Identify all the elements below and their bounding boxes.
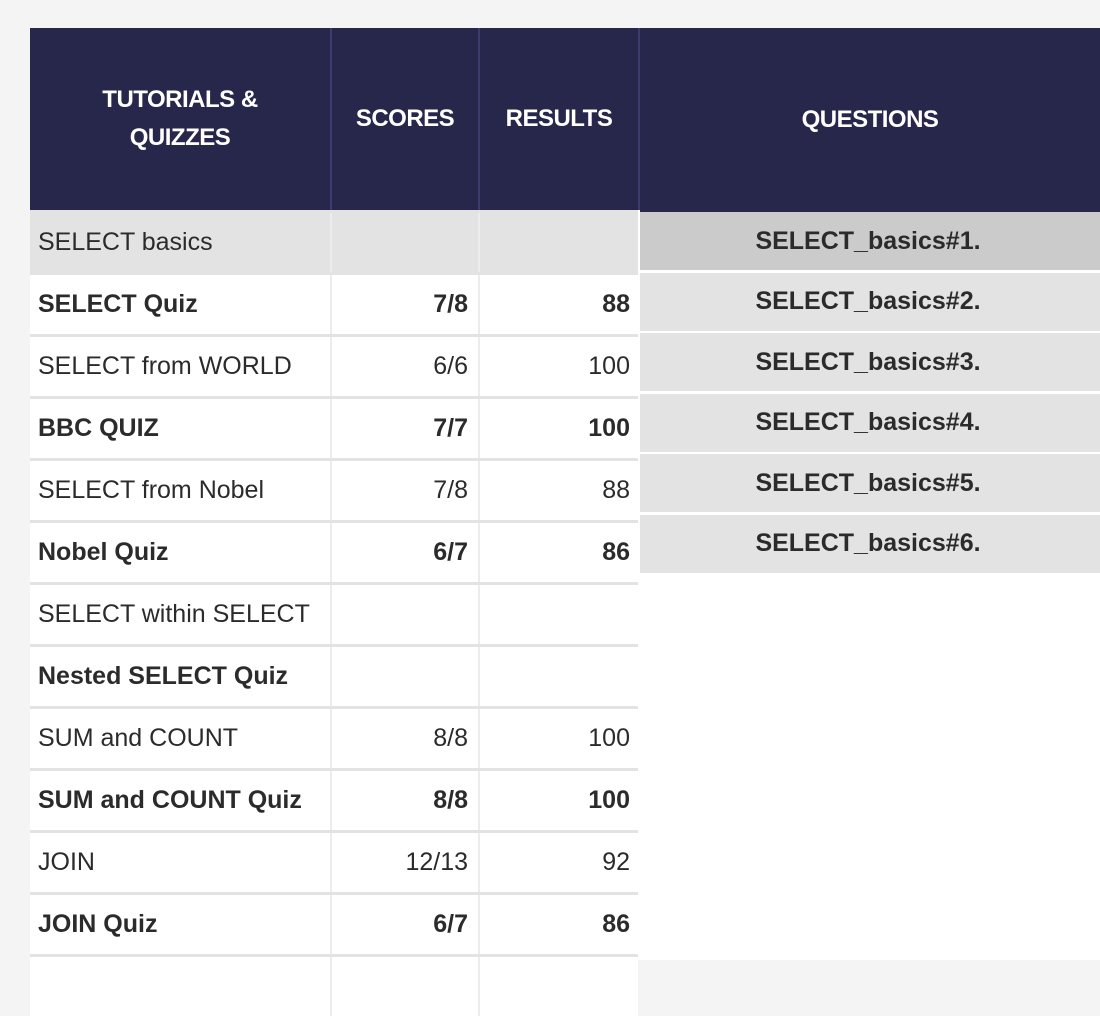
result-cell: 100 bbox=[588, 786, 630, 814]
result-cell: 100 bbox=[588, 724, 630, 752]
tutorial-name-link[interactable]: SELECT from WORLD bbox=[30, 337, 330, 396]
quiz-name-link[interactable]: BBC QUIZ bbox=[30, 399, 330, 458]
result-cell: 88 bbox=[602, 290, 630, 318]
table-row[interactable]: JOIN Quiz 6/7 86 bbox=[30, 892, 638, 954]
score-cell: 8/8 bbox=[433, 786, 468, 814]
header-results: RESULTS bbox=[480, 28, 638, 210]
score-cell: 6/6 bbox=[433, 352, 468, 380]
result-cell bbox=[480, 957, 638, 1016]
tutorial-name-link[interactable]: JOIN bbox=[30, 833, 330, 892]
result-cell: 86 bbox=[602, 538, 630, 566]
table-row[interactable]: SUM and COUNT Quiz 8/8 100 bbox=[30, 768, 638, 830]
table-row[interactable]: SELECT Quiz 7/8 88 bbox=[30, 272, 638, 334]
result-cell: 100 bbox=[588, 352, 630, 380]
result-cell bbox=[480, 585, 638, 644]
score-cell: 8/8 bbox=[433, 724, 468, 752]
score-cell: 6/7 bbox=[433, 910, 468, 938]
table-row[interactable]: Nested SELECT Quiz bbox=[30, 644, 638, 706]
score-cell bbox=[332, 957, 478, 1016]
table-row[interactable]: Nobel Quiz 6/7 86 bbox=[30, 520, 638, 582]
quiz-name-link[interactable]: Nobel Quiz bbox=[30, 523, 330, 582]
score-cell: 7/8 bbox=[433, 476, 468, 504]
quiz-name-link[interactable]: Nested SELECT Quiz bbox=[30, 647, 330, 706]
header-tutorials-quizzes: TUTORIALS & QUIZZES bbox=[30, 28, 330, 210]
score-cell bbox=[332, 213, 478, 272]
question-link[interactable]: SELECT_basics#6. bbox=[640, 514, 1100, 573]
table-row[interactable]: SUM and COUNT 8/8 100 bbox=[30, 706, 638, 768]
result-cell: 88 bbox=[602, 476, 630, 504]
result-cell: 86 bbox=[602, 910, 630, 938]
tutorial-name-link[interactable]: SELECT within SELECT bbox=[30, 585, 330, 644]
score-cell: 7/7 bbox=[433, 414, 468, 442]
question-link[interactable]: SELECT_basics#2. bbox=[640, 272, 1100, 331]
header-questions: QUESTIONS bbox=[640, 28, 1100, 212]
table-row[interactable]: SELECT within SELECT bbox=[30, 582, 638, 644]
score-cell: 6/7 bbox=[433, 538, 468, 566]
result-cell bbox=[480, 647, 638, 706]
table-row[interactable] bbox=[30, 954, 638, 1016]
table-row[interactable]: SELECT from WORLD 6/6 100 bbox=[30, 334, 638, 396]
table-row[interactable]: JOIN 12/13 92 bbox=[30, 830, 638, 892]
tutorial-name-link[interactable] bbox=[30, 957, 330, 1016]
result-cell: 92 bbox=[602, 848, 630, 876]
score-cell: 12/13 bbox=[405, 848, 468, 876]
question-link[interactable]: SELECT_basics#1. bbox=[640, 212, 1100, 270]
tutorial-name-link[interactable]: SELECT from Nobel bbox=[30, 461, 330, 520]
question-link[interactable]: SELECT_basics#4. bbox=[640, 393, 1100, 452]
score-cell bbox=[332, 647, 478, 706]
table-row[interactable]: SELECT basics bbox=[30, 210, 638, 272]
header-scores: SCORES bbox=[332, 28, 478, 210]
progress-page: TUTORIALS & QUIZZES SCORES RESULTS QUEST… bbox=[0, 0, 1100, 1016]
result-cell: 100 bbox=[588, 414, 630, 442]
question-link[interactable]: SELECT_basics#3. bbox=[640, 333, 1100, 391]
table-row[interactable]: SELECT from Nobel 7/8 88 bbox=[30, 458, 638, 520]
quiz-name-link[interactable]: SUM and COUNT Quiz bbox=[30, 771, 330, 830]
score-cell bbox=[332, 585, 478, 644]
tutorial-name-link[interactable]: SUM and COUNT bbox=[30, 709, 330, 768]
table-row[interactable]: BBC QUIZ 7/7 100 bbox=[30, 396, 638, 458]
quiz-name-link[interactable]: JOIN Quiz bbox=[30, 895, 330, 954]
question-link[interactable]: SELECT_basics#5. bbox=[640, 454, 1100, 512]
quiz-name-link[interactable]: SELECT Quiz bbox=[30, 275, 330, 334]
result-cell bbox=[480, 213, 638, 272]
score-cell: 7/8 bbox=[433, 290, 468, 318]
tutorial-name-link[interactable]: SELECT basics bbox=[30, 213, 330, 272]
